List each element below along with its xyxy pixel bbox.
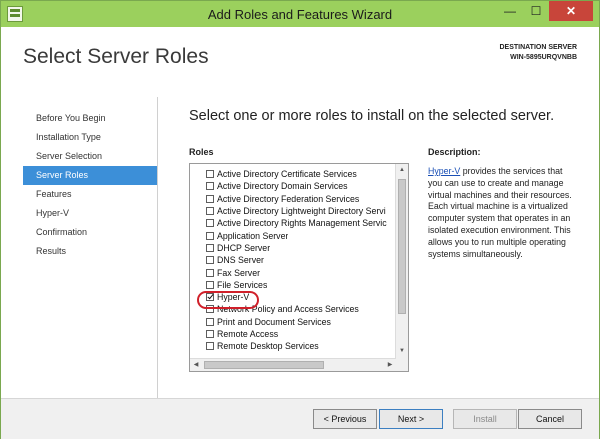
role-label: File Services — [217, 279, 268, 290]
role-label: Fax Server — [217, 267, 261, 278]
role-item[interactable]: Active Directory Federation Services — [190, 193, 396, 205]
role-label: DHCP Server — [217, 242, 271, 253]
close-button[interactable]: ✕ — [549, 1, 593, 21]
title-bar[interactable]: Add Roles and Features Wizard — ☐ ✕ — [1, 1, 599, 27]
tree-expander — [190, 267, 206, 279]
role-item[interactable]: Application Server — [190, 229, 396, 241]
sidebar-item-confirmation[interactable]: Confirmation — [23, 223, 157, 242]
wizard-footer: < Previous Next > Install Cancel — [1, 398, 599, 439]
sidebar-item-server-roles[interactable]: Server Roles — [23, 166, 157, 185]
horizontal-scroll-thumb[interactable] — [204, 361, 324, 369]
wizard-header: Select Server Roles DESTINATION SERVER W… — [1, 27, 599, 85]
sidebar-item-features[interactable]: Features — [23, 185, 157, 204]
tree-expander — [190, 316, 206, 328]
tree-expander — [190, 205, 206, 217]
tree-expander — [190, 328, 206, 340]
role-item[interactable]: Active Directory Domain Services — [190, 180, 396, 192]
sidebar-item-hyper-v[interactable]: Hyper-V — [23, 204, 157, 223]
destination-value: WIN-5895URQVNBB — [510, 54, 577, 61]
wizard-steps-nav: Before You Begin Installation Type Server … — [23, 109, 157, 261]
role-item[interactable]: Active Directory Rights Management Servi… — [190, 217, 396, 229]
role-checkbox[interactable] — [206, 194, 214, 203]
vertical-scrollbar[interactable]: ▲ ▼ — [395, 164, 408, 371]
role-label: Active Directory Domain Services — [217, 181, 348, 192]
role-item[interactable]: File Services — [190, 279, 396, 291]
role-checkbox[interactable] — [206, 330, 214, 338]
tree-expander — [190, 217, 206, 229]
role-label: DNS Server — [217, 255, 264, 266]
sidebar-item-installation-type[interactable]: Installation Type — [23, 128, 157, 147]
role-checkbox[interactable] — [206, 182, 214, 191]
role-item[interactable]: DNS Server — [190, 254, 396, 266]
sidebar-item-results[interactable]: Results — [23, 242, 157, 261]
instruction-text: Select one or more roles to install on t… — [189, 108, 555, 124]
sidebar-item-before-you-begin[interactable]: Before You Begin — [23, 109, 157, 128]
scroll-right-icon[interactable]: ▶ — [384, 359, 396, 371]
minimize-button[interactable]: — — [497, 1, 523, 21]
description-body: provides the services that you can use t… — [428, 166, 572, 259]
tree-expander — [190, 340, 206, 352]
role-item[interactable]: Print and Document Services — [190, 316, 396, 328]
role-checkbox[interactable] — [206, 280, 214, 289]
role-item[interactable]: Remote Desktop Services — [190, 340, 396, 352]
tree-expander — [190, 193, 206, 205]
roles-list: Active Directory Certificate Services Act… — [190, 168, 396, 352]
destination-server: DESTINATION SERVER WIN-5895URQVNBB — [499, 43, 577, 63]
scroll-thumb[interactable] — [398, 179, 406, 314]
role-checkbox[interactable] — [206, 342, 214, 351]
sidebar-divider — [157, 97, 158, 399]
role-item[interactable]: Remote Access — [190, 328, 396, 340]
role-checkbox[interactable] — [206, 243, 214, 252]
role-label: Application Server — [217, 230, 289, 241]
install-button[interactable]: Install — [453, 409, 517, 429]
wizard-window: Add Roles and Features Wizard — ☐ ✕ Sele… — [0, 0, 600, 439]
role-label: Print and Document Services — [217, 316, 331, 327]
role-label: Remote Access — [217, 329, 279, 339]
role-label: Active Directory Federation Services — [217, 193, 360, 204]
role-checkbox[interactable] — [206, 170, 214, 179]
role-checkbox[interactable] — [206, 256, 214, 265]
role-checkbox[interactable] — [206, 317, 214, 326]
roles-label: Roles — [189, 147, 214, 157]
description-text: Hyper-V provides the services that you c… — [428, 166, 578, 260]
role-checkbox[interactable] — [206, 219, 214, 228]
role-checkbox[interactable] — [206, 207, 214, 216]
tree-expander — [190, 254, 206, 266]
role-label: Remote Desktop Services — [217, 341, 319, 352]
role-checkbox[interactable] — [206, 231, 214, 240]
role-checkbox[interactable] — [206, 268, 214, 277]
tree-expander — [190, 279, 206, 291]
description-label: Description: — [428, 147, 481, 157]
page-title: Select Server Roles — [23, 45, 209, 68]
tree-expander — [190, 242, 206, 254]
roles-list-box[interactable]: Active Directory Certificate Services Act… — [189, 163, 409, 372]
tree-expander — [190, 230, 206, 242]
next-button[interactable]: Next > — [379, 409, 443, 429]
sidebar-item-server-selection[interactable]: Server Selection — [23, 147, 157, 166]
role-label: Active Directory Lightweight Directory S… — [217, 206, 386, 217]
role-item[interactable]: DHCP Server — [190, 242, 396, 254]
role-item[interactable]: Active Directory Certificate Services — [190, 168, 396, 180]
scroll-up-icon[interactable]: ▲ — [396, 164, 408, 177]
role-item[interactable]: Active Directory Lightweight Directory S… — [190, 205, 396, 217]
maximize-button[interactable]: ☐ — [523, 1, 549, 21]
tree-expander — [190, 168, 206, 180]
tree-expander — [190, 180, 206, 192]
scroll-left-icon[interactable]: ◀ — [190, 359, 202, 371]
window-controls: — ☐ ✕ — [497, 1, 593, 21]
horizontal-scrollbar[interactable]: ◀ ▶ — [190, 358, 396, 371]
previous-button[interactable]: < Previous — [313, 409, 377, 429]
cancel-button[interactable]: Cancel — [518, 409, 582, 429]
hyper-v-highlight-circle — [197, 291, 259, 309]
role-item[interactable]: Fax Server — [190, 266, 396, 278]
hyper-v-link[interactable]: Hyper-V — [428, 166, 460, 176]
scroll-down-icon[interactable]: ▼ — [396, 345, 408, 358]
destination-label: DESTINATION SERVER — [499, 44, 577, 51]
role-label: Active Directory Rights Management Servi… — [217, 218, 387, 229]
role-label: Active Directory Certificate Services — [217, 169, 357, 180]
